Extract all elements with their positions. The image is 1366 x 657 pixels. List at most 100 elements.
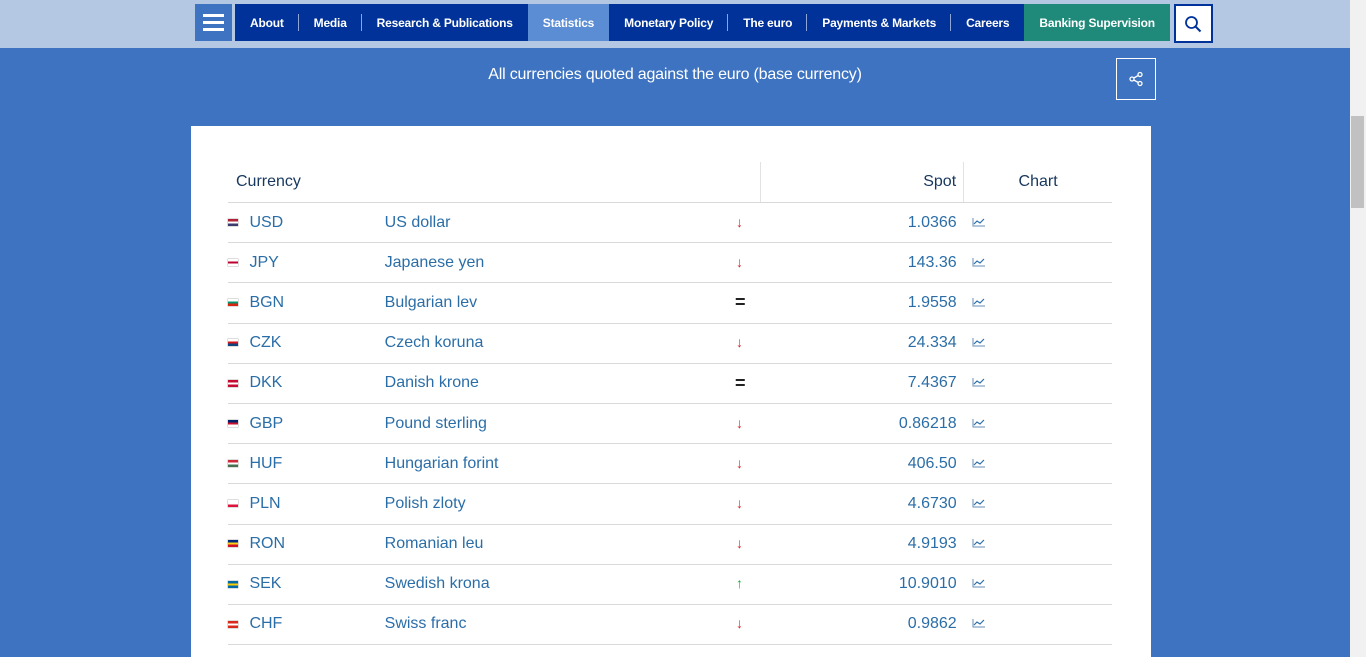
currency-code[interactable]: SEK	[249, 564, 385, 605]
currency-name[interactable]: Czech koruna	[384, 323, 722, 364]
flag-icon	[228, 339, 238, 347]
table-row: DKK Danish krone = 7.4367	[228, 363, 1112, 404]
flag-cell	[228, 323, 250, 364]
spot-rate: 7.4367	[760, 363, 964, 404]
currency-name[interactable]: Romanian leu	[384, 524, 722, 565]
nav-item-banking-supervision[interactable]: Banking Supervision	[1024, 4, 1170, 41]
table-body: USD US dollar ↓ 1.0366 JPY Japanese yen ↓ 143.3…	[228, 202, 1112, 646]
table-row: SEK Swedish krona ↑ 10.9010	[228, 564, 1112, 605]
spot-rate: 4.6730	[760, 483, 964, 525]
line-chart-icon[interactable]	[972, 538, 986, 548]
currency-code[interactable]: BGN	[249, 282, 385, 324]
currency-name[interactable]: Swiss franc	[384, 604, 722, 646]
spot-rate: 10.9010	[760, 564, 964, 605]
exchange-rates-panel: Currency Spot Chart USD US dollar ↓ 1.0366 J…	[191, 126, 1151, 657]
flag-cell	[228, 242, 250, 284]
flag-icon	[228, 459, 238, 467]
currency-code[interactable]: CHF	[249, 604, 385, 646]
currency-name[interactable]: Polish zloty	[384, 483, 722, 525]
line-chart-icon[interactable]	[972, 498, 986, 508]
chart-cell	[963, 323, 1112, 364]
chart-cell	[963, 483, 1112, 525]
flag-cell	[228, 403, 250, 445]
arrow-down-icon: ↓	[736, 414, 744, 431]
currency-name[interactable]: Pound sterling	[384, 403, 722, 445]
chart-cell	[963, 443, 1112, 485]
flag-cell	[228, 282, 250, 324]
table-row: CHF Swiss franc ↓ 0.9862	[228, 604, 1112, 646]
nav-item-about[interactable]: About	[235, 4, 299, 41]
line-chart-icon[interactable]	[972, 418, 986, 428]
trend-cell: ↓	[721, 483, 761, 525]
currency-code[interactable]: DKK	[249, 363, 385, 404]
flag-cell	[228, 564, 250, 605]
equal-icon: =	[735, 372, 746, 393]
table-row: GBP Pound sterling ↓ 0.86218	[228, 403, 1112, 445]
arrow-down-icon: ↓	[736, 213, 744, 230]
spot-rate: 0.9862	[760, 604, 964, 646]
spot-rate: 0.86218	[760, 403, 964, 445]
currency-code[interactable]: USD	[249, 202, 385, 244]
equal-icon: =	[735, 292, 746, 313]
line-chart-icon[interactable]	[972, 377, 986, 387]
main-navigation: About Media Research & Publications Statist…	[195, 4, 1213, 43]
table-row: USD US dollar ↓ 1.0366	[228, 202, 1112, 244]
line-chart-icon[interactable]	[972, 618, 986, 628]
line-chart-icon[interactable]	[972, 458, 986, 468]
share-button[interactable]	[1116, 58, 1156, 100]
trend-cell: ↓	[721, 403, 761, 445]
currency-name[interactable]: US dollar	[384, 202, 722, 244]
column-header-currency[interactable]: Currency	[228, 162, 761, 203]
currency-code[interactable]: GBP	[249, 403, 385, 445]
flag-icon	[228, 500, 238, 508]
spot-rate: 143.36	[760, 242, 964, 284]
scrollbar-track[interactable]	[1350, 0, 1366, 657]
currency-name[interactable]: Swedish krona	[384, 564, 722, 605]
chart-cell	[963, 604, 1112, 646]
line-chart-icon[interactable]	[972, 337, 986, 347]
currency-name[interactable]: Hungarian forint	[384, 443, 722, 485]
line-chart-icon[interactable]	[972, 297, 986, 307]
hamburger-menu-icon[interactable]	[195, 4, 232, 41]
table-row: BGN Bulgarian lev = 1.9558	[228, 282, 1112, 324]
currency-code[interactable]: PLN	[249, 483, 385, 525]
table-row: HUF Hungarian forint ↓ 406.50	[228, 443, 1112, 485]
nav-item-media[interactable]: Media	[299, 4, 362, 41]
nav-item-payments-markets[interactable]: Payments & Markets	[807, 4, 951, 41]
nav-item-monetary-policy[interactable]: Monetary Policy	[609, 4, 729, 41]
spot-rate: 1.9558	[760, 282, 964, 324]
scrollbar-thumb[interactable]	[1351, 116, 1364, 208]
flag-icon	[228, 580, 238, 588]
line-chart-icon[interactable]	[972, 257, 986, 267]
line-chart-icon[interactable]	[972, 217, 986, 227]
line-chart-icon[interactable]	[972, 578, 986, 588]
currency-name[interactable]: Bulgarian lev	[384, 282, 722, 324]
share-icon	[1129, 71, 1143, 87]
currency-code[interactable]: HUF	[249, 443, 385, 485]
arrow-down-icon: ↓	[736, 334, 744, 351]
currency-code[interactable]: CZK	[249, 323, 385, 364]
currency-code[interactable]: JPY	[249, 242, 385, 284]
search-button[interactable]	[1173, 4, 1213, 43]
flag-icon	[228, 218, 238, 226]
flag-icon	[228, 540, 238, 548]
chart-cell	[963, 242, 1112, 284]
column-header-spot[interactable]: Spot	[760, 162, 965, 203]
table-row: CZK Czech koruna ↓ 24.334	[228, 323, 1112, 364]
nav-item-careers[interactable]: Careers	[951, 4, 1024, 41]
exchange-rates-table: Currency Spot Chart USD US dollar ↓ 1.0366 J…	[228, 162, 1112, 646]
flag-cell	[228, 202, 250, 244]
trend-cell: =	[721, 282, 761, 324]
arrow-down-icon: ↓	[736, 615, 744, 632]
chart-cell	[963, 564, 1112, 605]
nav-item-research-publications[interactable]: Research & Publications	[362, 4, 528, 41]
flag-cell	[228, 443, 250, 485]
search-icon	[1185, 15, 1202, 32]
currency-name[interactable]: Danish krone	[384, 363, 722, 404]
currency-name[interactable]: Japanese yen	[384, 242, 722, 284]
trend-cell: ↓	[721, 242, 761, 284]
nav-item-the-euro[interactable]: The euro	[728, 4, 808, 41]
trend-cell: ↑	[721, 564, 761, 605]
currency-code[interactable]: RON	[249, 524, 385, 565]
nav-item-statistics[interactable]: Statistics	[527, 4, 610, 41]
